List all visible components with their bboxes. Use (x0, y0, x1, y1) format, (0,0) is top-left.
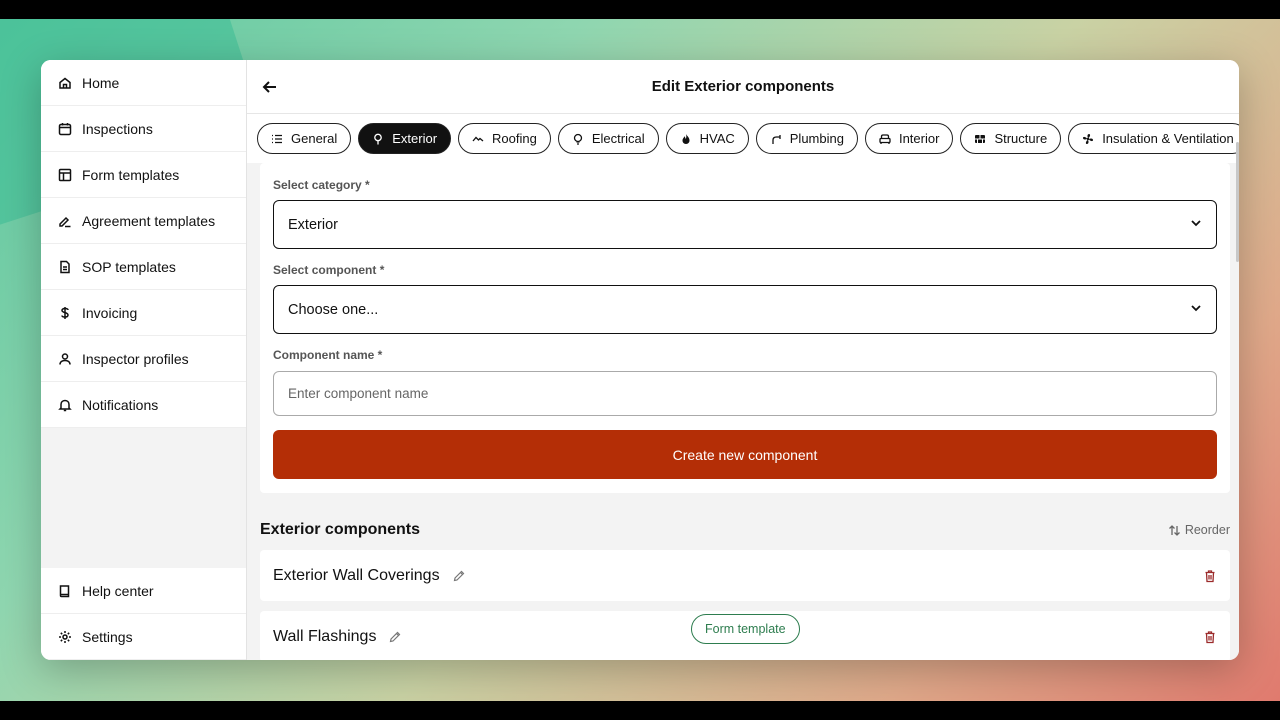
component-label: Select component * (273, 263, 385, 277)
flame-icon (680, 133, 692, 145)
gear-icon (58, 630, 72, 644)
pencil-icon[interactable] (452, 569, 466, 583)
components-section-header: Exterior components Reorder (260, 521, 1230, 539)
book-icon (58, 584, 72, 598)
tab-structure[interactable]: Structure (960, 123, 1062, 154)
tab-label: Plumbing (789, 131, 844, 146)
sort-icon (1168, 524, 1181, 537)
pipe-icon (770, 133, 782, 145)
reorder-label: Reorder (1184, 523, 1230, 537)
layout-icon (58, 168, 72, 182)
component-name-label: Component name * (273, 348, 383, 362)
scrollbar[interactable] (1236, 142, 1239, 262)
category-label: Select category * (273, 178, 370, 192)
component-select[interactable]: Choose one... (273, 285, 1217, 334)
sidebar-item-label: Settings (82, 628, 133, 645)
component-row: Exterior Wall Coverings (260, 550, 1230, 601)
chevron-down-icon (1190, 217, 1202, 233)
sidebar-nav: Home Inspections Form templates Agreemen… (41, 60, 246, 428)
sidebar-item-label: Inspections (82, 120, 153, 137)
trash-icon[interactable] (1203, 630, 1217, 644)
bricks-icon (974, 133, 986, 145)
calendar-icon (58, 122, 72, 136)
tab-exterior[interactable]: Exterior (358, 123, 452, 154)
category-value: Exterior (288, 216, 338, 233)
sidebar-item-inspector-profiles[interactable]: Inspector profiles (41, 336, 246, 382)
sidebar-item-home[interactable]: Home (41, 60, 246, 106)
component-name-input[interactable] (273, 371, 1217, 416)
home-icon (58, 76, 72, 90)
tab-electrical[interactable]: Electrical (557, 123, 659, 154)
category-select[interactable]: Exterior (273, 200, 1217, 249)
tab-label: Insulation & Ventilation (1102, 131, 1234, 146)
chevron-down-icon (1190, 302, 1202, 318)
sidebar-item-agreement-templates[interactable]: Agreement templates (41, 198, 246, 244)
sidebar-item-inspections[interactable]: Inspections (41, 106, 246, 152)
tab-label: Exterior (392, 131, 438, 146)
signature-icon (58, 214, 72, 228)
trash-icon[interactable] (1203, 569, 1217, 583)
sidebar-item-label: Inspector profiles (82, 350, 189, 367)
component-name: Exterior Wall Coverings (273, 566, 440, 584)
app-window: Home Inspections Form templates Agreemen… (41, 60, 1239, 660)
tab-hvac[interactable]: HVAC (665, 123, 749, 154)
tab-plumbing[interactable]: Plumbing (755, 123, 858, 154)
tab-insulation-ventilation[interactable]: Insulation & Ventilation (1068, 123, 1239, 154)
sidebar-item-invoicing[interactable]: Invoicing (41, 290, 246, 336)
sofa-icon (879, 133, 891, 145)
category-tabs: General Exterior Roofing Electrical HVAC… (247, 114, 1239, 163)
main-content: Edit Exterior components General Exterio… (247, 60, 1239, 660)
form-template-badge[interactable]: Form template (691, 614, 800, 644)
sidebar-bottom-nav: Help center Settings (41, 568, 246, 660)
page-header: Edit Exterior components (247, 60, 1239, 114)
pencil-icon[interactable] (388, 630, 402, 644)
sidebar-item-label: Home (82, 74, 120, 91)
sidebar-item-label: Invoicing (82, 304, 138, 321)
component-value: Choose one... (288, 301, 379, 318)
sidebar-item-help-center[interactable]: Help center (41, 568, 246, 614)
bell-icon (58, 398, 72, 412)
sidebar: Home Inspections Form templates Agreemen… (41, 60, 247, 660)
tab-roofing[interactable]: Roofing (458, 123, 551, 154)
section-title: Exterior components (260, 521, 421, 538)
tab-general[interactable]: General (257, 123, 352, 154)
sidebar-item-sop-templates[interactable]: SOP templates (41, 244, 246, 290)
sidebar-item-settings[interactable]: Settings (41, 614, 246, 660)
sidebar-item-label: Agreement templates (82, 212, 216, 229)
sidebar-item-form-templates[interactable]: Form templates (41, 152, 246, 198)
sidebar-item-label: Help center (82, 582, 154, 599)
page-title: Edit Exterior components (651, 78, 835, 95)
tab-interior[interactable]: Interior (864, 123, 954, 154)
reorder-button[interactable]: Reorder (1168, 523, 1230, 537)
tab-label: HVAC (699, 131, 735, 146)
user-icon (58, 352, 72, 366)
sidebar-item-notifications[interactable]: Notifications (41, 382, 246, 428)
tree-icon (372, 133, 384, 145)
tab-label: Electrical (591, 131, 645, 146)
sidebar-item-label: SOP templates (82, 258, 176, 275)
sidebar-item-label: Notifications (82, 396, 159, 413)
bulb-icon (572, 133, 584, 145)
document-icon (58, 260, 72, 274)
tab-label: General (291, 131, 338, 146)
component-name: Wall Flashings (273, 627, 377, 645)
create-component-button[interactable]: Create new component (273, 430, 1217, 479)
dollar-icon (58, 306, 72, 320)
tab-label: Interior (898, 131, 940, 146)
back-arrow-icon[interactable] (261, 78, 279, 96)
list-icon (271, 133, 283, 145)
create-component-form: Select category * Exterior Select compon… (260, 163, 1230, 493)
tab-label: Roofing (492, 131, 537, 146)
roof-icon (472, 133, 484, 145)
sidebar-item-label: Form templates (82, 166, 180, 183)
tab-label: Structure (994, 131, 1048, 146)
fan-icon (1082, 133, 1094, 145)
